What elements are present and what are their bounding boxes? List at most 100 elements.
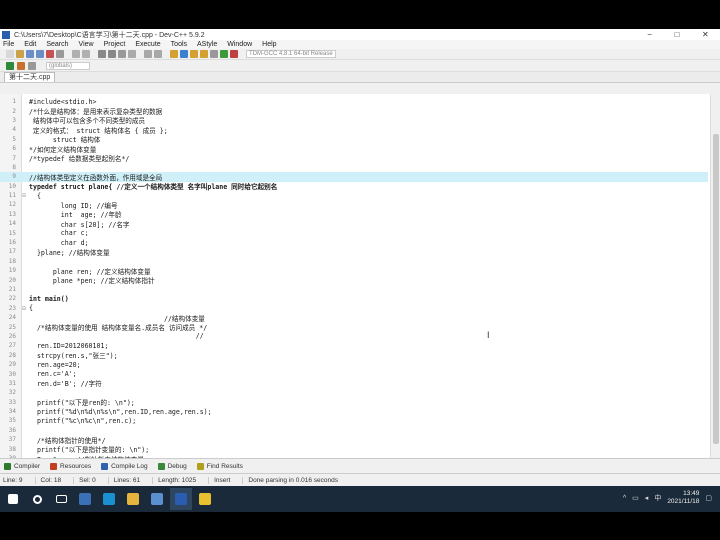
debug-icon[interactable] xyxy=(210,50,218,58)
goto-line-icon[interactable] xyxy=(118,50,126,58)
menu-astyle[interactable]: AStyle xyxy=(197,41,217,48)
code-line[interactable]: 23 ⊟{ xyxy=(0,304,708,313)
code-line[interactable]: 1 #include<stdio.h> xyxy=(0,97,708,106)
code-line[interactable]: 35 printf("%c\n%c\n",ren.c); xyxy=(0,416,708,425)
code-line[interactable]: 12 long ID; //编号 xyxy=(0,200,708,210)
fold-marker[interactable]: ⊟ xyxy=(19,192,29,199)
search-button[interactable] xyxy=(26,488,48,510)
undo-icon[interactable] xyxy=(72,50,80,58)
taskbar-app-1[interactable] xyxy=(74,488,96,510)
replace-icon[interactable] xyxy=(108,50,116,58)
menu-project[interactable]: Project xyxy=(104,41,126,48)
menu-execute[interactable]: Execute xyxy=(135,41,160,48)
code-line[interactable]: 10 typedef struct plane{ //定义一个结构体类型 名字叫p… xyxy=(0,182,708,192)
vertical-scrollbar[interactable] xyxy=(710,94,720,458)
code-line[interactable]: 32 xyxy=(0,388,708,397)
find-icon[interactable] xyxy=(98,50,106,58)
code-line[interactable]: 27 ren.ID=2012060101; xyxy=(0,341,708,350)
network-icon[interactable]: ▭ xyxy=(632,494,639,502)
notification-icon[interactable]: ▢ xyxy=(705,494,712,502)
tray-chevron-icon[interactable]: ^ xyxy=(623,495,626,502)
code-line[interactable]: 36 xyxy=(0,426,708,435)
code-line[interactable]: 34 printf("%d\n%d\n%s\n",ren.ID,ren.age,… xyxy=(0,407,708,416)
unindent-icon[interactable] xyxy=(154,50,162,58)
code-line[interactable]: 3 结构体中可以包含多个不同类型的成员 xyxy=(0,116,708,126)
code-line[interactable]: 30 ren.c='A'; xyxy=(0,369,708,378)
tab-debug[interactable]: Debug xyxy=(157,462,187,470)
code-line[interactable]: 37 /*结构体指针的使用*/ xyxy=(0,435,708,445)
new-file-icon[interactable] xyxy=(6,50,14,58)
tab-current-file[interactable]: 第十二天.cpp xyxy=(4,72,56,82)
code-line[interactable]: 4 定义的格式： struct 结构体名 { 成员 }; xyxy=(0,125,708,135)
start-button[interactable] xyxy=(2,488,24,510)
taskbar-app-4[interactable] xyxy=(146,488,168,510)
code-line[interactable]: 16 char d; xyxy=(0,238,708,247)
compiler-select[interactable]: TDM-GCC 4.8.1 64-bit Release xyxy=(246,50,336,58)
redo-icon[interactable] xyxy=(82,50,90,58)
globals-select[interactable]: (globals) xyxy=(46,61,90,70)
run-icon[interactable] xyxy=(180,50,188,58)
code-line[interactable]: 20 plane *pen; //定义结构体指针 xyxy=(0,275,708,286)
project-icon[interactable] xyxy=(17,61,25,70)
code-line[interactable]: 9//结构体类型定义在函数外面，作用域是全局 xyxy=(0,172,708,182)
code-line[interactable]: 17 }plane; //结构体变量 xyxy=(0,247,708,257)
menu-search[interactable]: Search xyxy=(46,41,68,48)
menu-help[interactable]: Help xyxy=(262,41,276,48)
code-line[interactable]: 6 */如何定义结构体变量 xyxy=(0,144,708,154)
close-file-icon[interactable] xyxy=(46,50,54,58)
scroll-thumb[interactable] xyxy=(713,134,719,444)
code-line[interactable]: 21 xyxy=(0,285,708,294)
insert-icon[interactable] xyxy=(28,61,36,70)
code-line[interactable]: 8 xyxy=(0,163,708,172)
ime-indicator[interactable]: 中 xyxy=(654,493,661,503)
save-all-icon[interactable] xyxy=(36,50,44,58)
code-line[interactable]: 18 xyxy=(0,257,708,266)
code-line[interactable]: 29 ren.age=20; xyxy=(0,360,708,369)
code-line[interactable]: 11 ⊟ { xyxy=(0,191,708,200)
code-line[interactable]: 7 /*typedef 给数据类型起别名*/ xyxy=(0,153,708,164)
minimize-button[interactable]: − xyxy=(647,30,652,39)
print-icon[interactable] xyxy=(56,50,64,58)
menu-view[interactable]: View xyxy=(79,41,94,48)
volume-icon[interactable]: ◂ xyxy=(645,494,649,502)
profile-icon[interactable] xyxy=(220,50,228,58)
class-browser-icon[interactable] xyxy=(6,61,14,70)
code-line[interactable]: 19 plane ren; //定义结构体变量 xyxy=(0,266,708,276)
code-line[interactable]: 38 printf("以下是指针变量的: \n"); xyxy=(0,444,708,455)
code-line[interactable]: 14 char s[20]; //名字 xyxy=(0,219,708,229)
toggle-comment-icon[interactable] xyxy=(144,50,152,58)
open-folder-icon[interactable] xyxy=(16,50,24,58)
taskbar-app-3[interactable] xyxy=(122,488,144,510)
code-line[interactable]: 2/*什么是结构体：是用来表示复杂类型的数据 xyxy=(0,106,708,117)
menu-window[interactable]: Window xyxy=(227,41,252,48)
code-editor[interactable]: 1 #include<stdio.h> 2/*什么是结构体：是用来表示复杂类型的数据… xyxy=(0,94,720,458)
compile-run-icon[interactable] xyxy=(190,50,198,58)
indent-icon[interactable] xyxy=(128,50,136,58)
code-line[interactable]: 31 ren.d='B'; //字符 xyxy=(0,379,708,389)
code-line[interactable]: 28 strcpy(ren.s,"张三"); xyxy=(0,351,708,361)
tab-find-results[interactable]: Find Results xyxy=(196,462,243,470)
task-view-button[interactable] xyxy=(50,488,72,510)
stop-icon[interactable] xyxy=(230,50,238,58)
taskbar-devcpp[interactable] xyxy=(170,488,192,510)
tab-compile-log[interactable]: Compile Log xyxy=(101,462,148,470)
code-line[interactable]: 24 //结构体变量 xyxy=(0,313,708,323)
clock[interactable]: 13:49 2021/11/18 xyxy=(667,490,699,506)
maximize-button[interactable]: □ xyxy=(675,30,680,39)
close-button[interactable]: ✕ xyxy=(702,30,709,39)
code-area[interactable]: 1 #include<stdio.h> 2/*什么是结构体：是用来表示复杂类型的数据… xyxy=(0,97,708,458)
code-line[interactable]: 33 printf("以下是ren的: \n"); xyxy=(0,398,708,408)
tab-resources[interactable]: Resources xyxy=(50,462,91,470)
code-line[interactable]: 5 struct 结构体 xyxy=(0,135,708,145)
taskbar-app-6[interactable] xyxy=(194,488,216,510)
code-line[interactable]: 22 int main() xyxy=(0,294,708,303)
menu-file[interactable]: File xyxy=(3,41,14,48)
menu-tools[interactable]: Tools xyxy=(171,41,187,48)
taskbar-app-2[interactable] xyxy=(98,488,120,510)
menu-edit[interactable]: Edit xyxy=(24,41,36,48)
save-icon[interactable] xyxy=(26,50,34,58)
tab-compiler[interactable]: Compiler xyxy=(4,462,40,470)
compile-icon[interactable] xyxy=(170,50,178,58)
code-line[interactable]: 15 char c; xyxy=(0,228,708,237)
rebuild-icon[interactable] xyxy=(200,50,208,58)
